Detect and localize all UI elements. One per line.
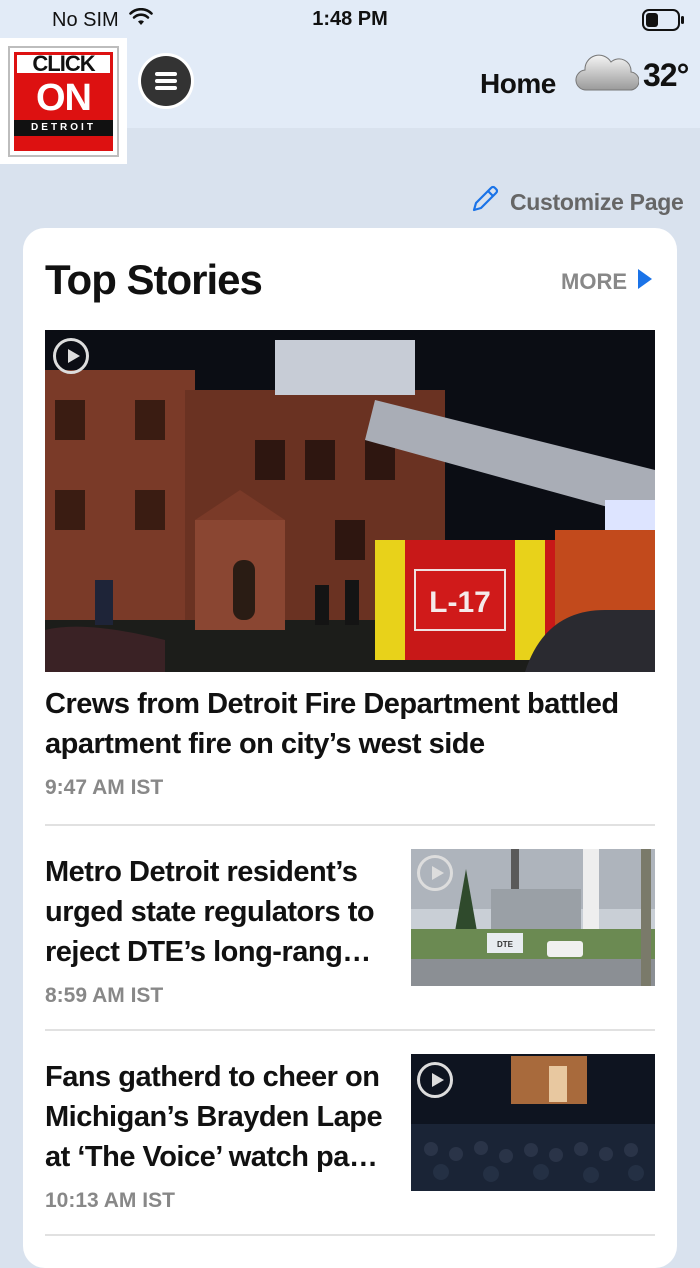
top-stories-card: Top Stories MORE L-17 Crews from Detroit… [23, 228, 677, 1268]
cloud-icon [575, 52, 640, 99]
clock: 1:48 PM [312, 8, 388, 30]
caret-right-icon [637, 268, 653, 296]
hero-timestamp: 9:47 AM IST [45, 776, 164, 799]
story-timestamp: 8:59 AM IST [45, 984, 164, 1007]
fire-scene-illustration: L-17 [45, 330, 655, 672]
temperature-label: 32° [643, 57, 689, 93]
logo-stripe [14, 136, 113, 151]
story-headline[interactable]: Fans gatherd to cheer on Michigan’s Bray… [45, 1057, 391, 1177]
story-headline[interactable]: Metro Detroit resident’s urged state reg… [45, 852, 391, 972]
more-label: MORE [561, 269, 627, 294]
menu-button[interactable] [138, 53, 194, 109]
truck-label: L-17 [429, 586, 491, 619]
story-thumbnail[interactable]: DTE [411, 849, 655, 986]
customize-label: Customize Page [510, 188, 684, 215]
hero-headline[interactable]: Crews from Detroit Fire Department battl… [45, 684, 645, 764]
story-divider [45, 1029, 655, 1031]
story-divider [45, 824, 655, 826]
brand-logo[interactable]: CLICK ON DETROIT [0, 38, 127, 164]
play-icon [417, 1062, 453, 1098]
customize-page-button[interactable]: Customize Page [470, 184, 684, 220]
hero-image[interactable]: L-17 [45, 330, 655, 672]
story-divider [45, 1234, 655, 1236]
play-icon [417, 855, 453, 891]
logo-text-click: CLICK [14, 52, 113, 76]
hamburger-icon [141, 56, 191, 106]
logo-text-detroit: DETROIT [14, 120, 113, 136]
story-timestamp: 10:13 AM IST [45, 1189, 175, 1212]
battery-icon [642, 9, 686, 36]
logo-text-on: ON [14, 76, 113, 120]
thumb-sign: DTE [497, 940, 514, 949]
story-thumbnail[interactable] [411, 1054, 655, 1191]
more-link[interactable]: MORE [561, 268, 653, 296]
weather-widget[interactable]: 32° [575, 52, 689, 99]
nav-home-label[interactable]: Home [480, 68, 556, 100]
play-icon [53, 338, 89, 374]
logo-badge: CLICK ON DETROIT [8, 46, 119, 157]
section-title: Top Stories [45, 256, 263, 303]
pencil-icon [470, 184, 500, 220]
status-bar: No SIM 1:48 PM [0, 0, 700, 40]
